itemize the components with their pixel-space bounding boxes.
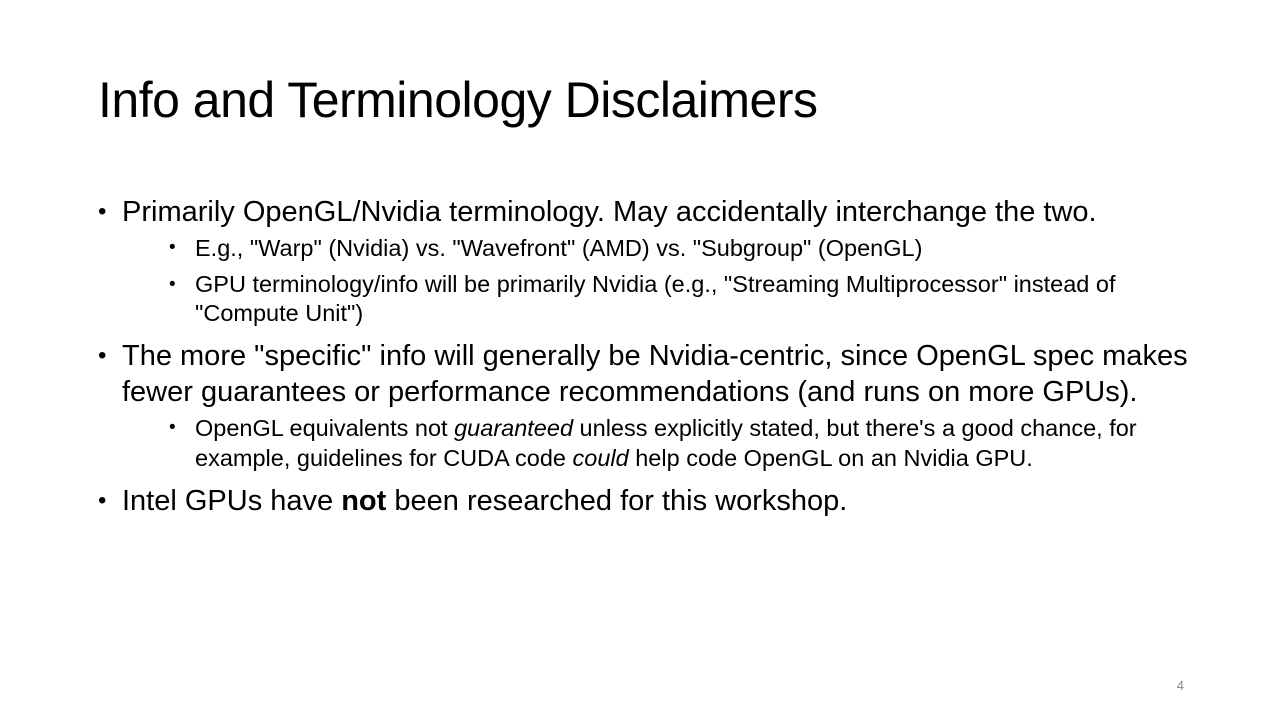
sub-bullet-text: OpenGL equivalents not guaranteed unless…: [195, 415, 1137, 471]
sub-bullet-item-opengl-equivalents: • OpenGL equivalents not guaranteed unle…: [122, 413, 1188, 473]
sub-bullet-item-gpu-terminology: • GPU terminology/info will be primarily…: [122, 270, 1188, 328]
bullet-text: Intel GPUs have not been researched for …: [122, 485, 847, 517]
text-part: OpenGL equivalents not: [195, 415, 455, 441]
bullet-item-nvidia-centric: • The more "specific" info will generall…: [98, 338, 1188, 473]
sub-bullet-text: E.g., "Warp" (Nvidia) vs. "Wavefront" (A…: [195, 235, 923, 261]
slide-body: • Primarily OpenGL/Nvidia terminology. M…: [98, 194, 1188, 522]
bullet-dot-icon: •: [98, 198, 107, 225]
text-part: help code OpenGL on an Nvidia GPU.: [628, 445, 1033, 471]
sub-bullet-list: • E.g., "Warp" (Nvidia) vs. "Wavefront" …: [122, 233, 1188, 328]
sub-bullet-item-warp: • E.g., "Warp" (Nvidia) vs. "Wavefront" …: [122, 233, 1188, 263]
emphasis-guaranteed: guaranteed: [454, 415, 574, 441]
bullet-list: • Primarily OpenGL/Nvidia terminology. M…: [98, 194, 1188, 519]
page-number: 4: [1176, 678, 1184, 693]
text-part: been researched for this workshop.: [386, 485, 848, 517]
slide-title: Info and Terminology Disclaimers: [98, 72, 818, 128]
bullet-item-terminology: • Primarily OpenGL/Nvidia terminology. M…: [98, 194, 1188, 328]
sub-bullet-text: GPU terminology/info will be primarily N…: [195, 271, 1116, 326]
bullet-text: The more "specific" info will generally …: [122, 340, 1188, 408]
bullet-dot-icon: •: [169, 274, 176, 295]
emphasis-could: could: [572, 445, 629, 471]
sub-bullet-list: • OpenGL equivalents not guaranteed unle…: [122, 413, 1188, 473]
emphasis-not: not: [341, 485, 387, 517]
bullet-text: Primarily OpenGL/Nvidia terminology. May…: [122, 196, 1097, 228]
bullet-dot-icon: •: [98, 487, 107, 514]
text-part: Intel GPUs have: [122, 485, 342, 517]
bullet-dot-icon: •: [169, 237, 176, 258]
bullet-item-intel: • Intel GPUs have not been researched fo…: [98, 483, 1188, 519]
bullet-dot-icon: •: [98, 342, 107, 369]
bullet-dot-icon: •: [169, 417, 176, 438]
